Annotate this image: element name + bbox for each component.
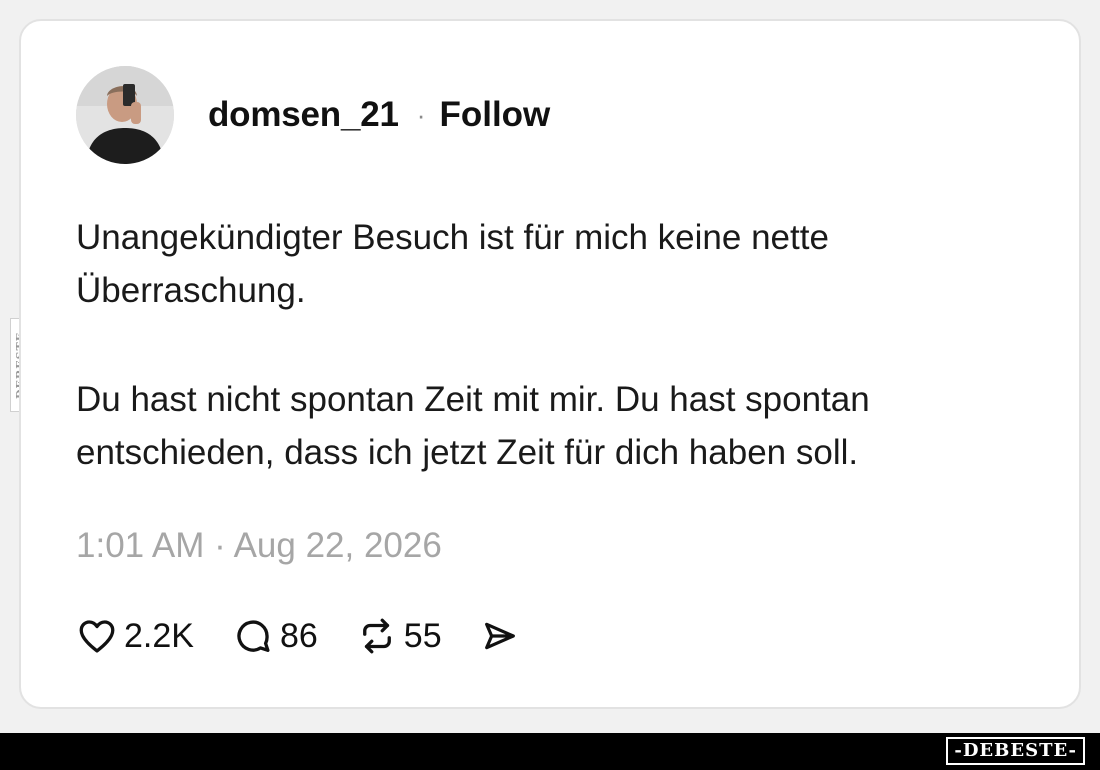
post-paragraph: Du hast nicht spontan Zeit mit mir. Du h…	[76, 380, 870, 472]
repost-button[interactable]: 55	[356, 615, 442, 657]
username[interactable]: domsen_21	[208, 95, 399, 135]
header-separator: ·	[416, 99, 426, 130]
follow-button[interactable]: Follow	[439, 95, 550, 135]
speech-bubble-icon	[237, 620, 270, 653]
like-button[interactable]: 2.2K	[76, 615, 194, 657]
post-text: Unangekündigter Besuch ist für mich kein…	[76, 211, 1056, 479]
share-button[interactable]	[480, 616, 520, 656]
comment-count: 86	[279, 616, 318, 655]
post-header: domsen_21 · Follow	[76, 66, 550, 164]
heart-icon	[79, 620, 115, 653]
avatar-photo-icon	[76, 66, 174, 164]
like-count: 2.2K	[124, 616, 194, 655]
post-timestamp[interactable]: 1:01 AM · Aug 22, 2026	[76, 526, 442, 566]
avatar[interactable]	[76, 66, 174, 164]
page: DEBESTE domsen_21 · Follow Unangekündigt…	[0, 0, 1100, 770]
comment-button[interactable]: 86	[232, 615, 318, 657]
repost-arrows-icon	[362, 618, 391, 654]
repost-count: 55	[403, 616, 442, 655]
post-paragraph: Unangekündigter Besuch ist für mich kein…	[76, 218, 829, 310]
send-icon	[484, 622, 515, 650]
bottom-bar: -DEBESTE-	[0, 733, 1100, 770]
post-card: domsen_21 · Follow Unangekündigter Besuc…	[19, 19, 1081, 709]
brand-logo: -DEBESTE-	[946, 737, 1085, 765]
action-bar: 2.2K 86 55	[76, 611, 558, 661]
